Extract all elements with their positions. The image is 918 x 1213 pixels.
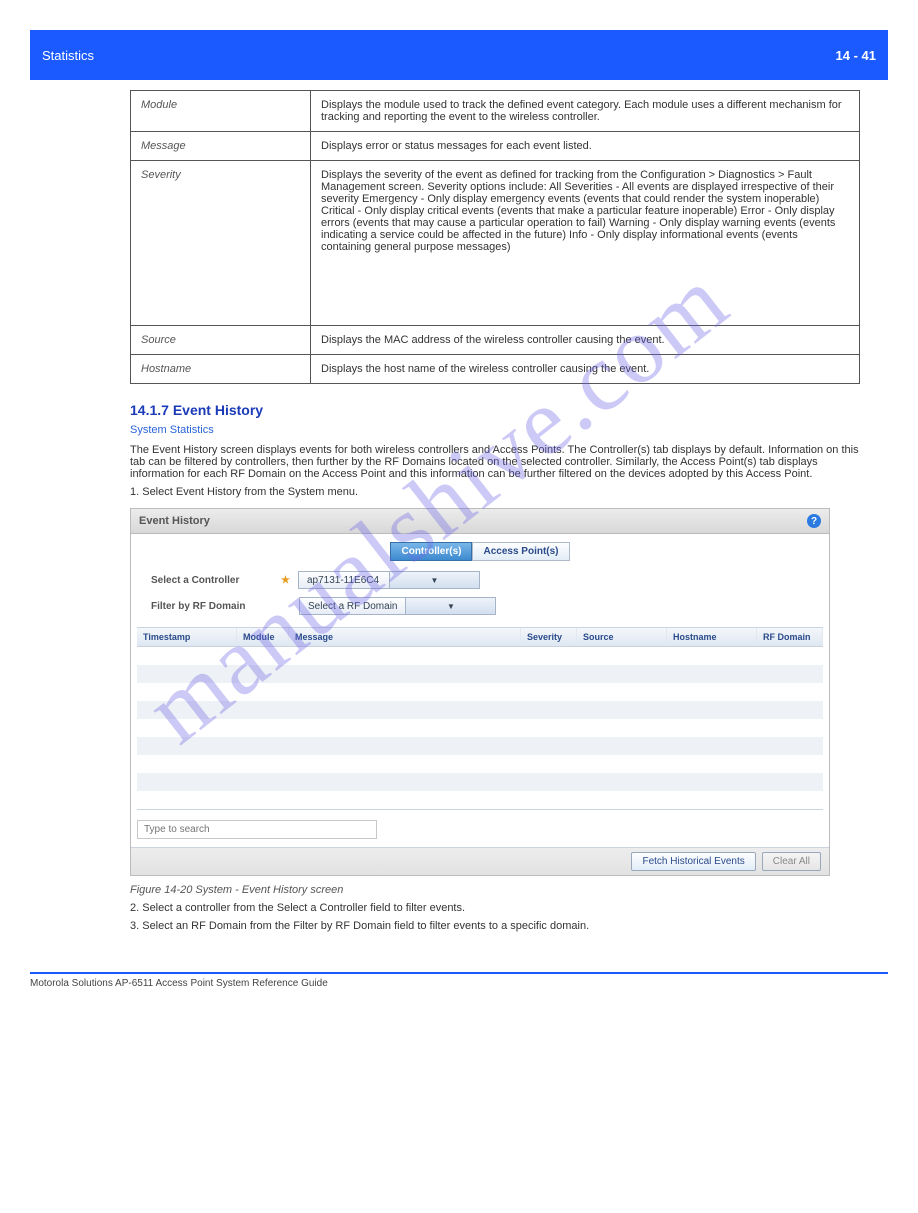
- search-input[interactable]: [137, 820, 377, 839]
- page-footer: Motorola Solutions AP-6511 Access Point …: [30, 972, 888, 989]
- post-fig-p2: 3. Select an RF Domain from the Filter b…: [130, 920, 860, 932]
- def-val: Displays the module used to track the de…: [311, 91, 860, 132]
- filter-rf-row: Filter by RF Domain Select a RF Domain ▼: [131, 593, 829, 619]
- section-heading: 14.1.7 Event History: [130, 402, 888, 418]
- body-paragraph: The Event History screen displays events…: [130, 444, 860, 480]
- required-star: ★: [281, 575, 290, 586]
- table-row: Source Displays the MAC address of the w…: [131, 326, 860, 355]
- chevron-down-icon: ▼: [405, 598, 495, 614]
- footer-left: Motorola Solutions AP-6511 Access Point …: [30, 978, 328, 989]
- help-icon[interactable]: ?: [807, 514, 821, 528]
- panel-footer: Fetch Historical Events Clear All: [131, 847, 829, 875]
- table-row: [137, 683, 823, 701]
- col-module[interactable]: Module: [237, 628, 289, 646]
- panel-body: Controller(s) Access Point(s) Select a C…: [131, 534, 829, 847]
- grid-body: [137, 647, 823, 809]
- controller-value: ap7131-11E6C4: [299, 575, 389, 586]
- table-row: Hostname Displays the host name of the w…: [131, 355, 860, 384]
- panel-titlebar: Event History ?: [131, 509, 829, 534]
- chevron-down-icon: ▼: [389, 572, 479, 588]
- table-row: [137, 755, 823, 773]
- table-row: [137, 647, 823, 665]
- table-row: Module Displays the module used to track…: [131, 91, 860, 132]
- table-row: Severity Displays the severity of the ev…: [131, 161, 860, 326]
- grid-header: Timestamp Module Message Severity Source…: [137, 628, 823, 647]
- select-controller-row: Select a Controller ★ ap7131-11E6C4 ▼: [131, 567, 829, 593]
- rf-domain-dropdown[interactable]: Select a RF Domain ▼: [299, 597, 496, 615]
- table-row: [137, 719, 823, 737]
- table-row: Message Displays error or status message…: [131, 132, 860, 161]
- def-val: Displays the severity of the event as de…: [311, 161, 860, 326]
- def-key: Source: [131, 326, 311, 355]
- header-right: 14 - 41: [836, 48, 876, 63]
- select-controller-label: Select a Controller: [151, 575, 281, 586]
- event-history-panel: Event History ? Controller(s) Access Poi…: [130, 508, 830, 876]
- fetch-button[interactable]: Fetch Historical Events: [631, 852, 755, 871]
- def-key: Message: [131, 132, 311, 161]
- step-text: 1. Select Event History from the System …: [130, 486, 860, 498]
- page-header: Statistics 14 - 41: [30, 30, 888, 80]
- def-key: Module: [131, 91, 311, 132]
- definition-table: Module Displays the module used to track…: [130, 90, 860, 384]
- def-key: Hostname: [131, 355, 311, 384]
- table-row: [137, 737, 823, 755]
- controller-dropdown[interactable]: ap7131-11E6C4 ▼: [298, 571, 480, 589]
- def-val: Displays the MAC address of the wireless…: [311, 326, 860, 355]
- panel-title: Event History: [139, 515, 210, 527]
- tab-controllers[interactable]: Controller(s): [390, 542, 472, 561]
- col-severity[interactable]: Severity: [521, 628, 577, 646]
- rf-value: Select a RF Domain: [300, 601, 405, 612]
- table-row: [137, 701, 823, 719]
- col-timestamp[interactable]: Timestamp: [137, 628, 237, 646]
- def-val: Displays the host name of the wireless c…: [311, 355, 860, 384]
- header-left: Statistics: [42, 48, 94, 63]
- search-row: [131, 816, 829, 843]
- figure-caption: Figure 14-20 System - Event History scre…: [130, 884, 888, 896]
- clear-button[interactable]: Clear All: [762, 852, 821, 871]
- table-row: [137, 791, 823, 809]
- event-grid: Timestamp Module Message Severity Source…: [137, 627, 823, 810]
- post-fig-p1: 2. Select a controller from the Select a…: [130, 902, 860, 914]
- section-crumb: System Statistics: [130, 424, 888, 436]
- tab-access-points[interactable]: Access Point(s): [472, 542, 569, 561]
- tab-row: Controller(s) Access Point(s): [131, 534, 829, 567]
- col-hostname[interactable]: Hostname: [667, 628, 757, 646]
- col-rfdomain[interactable]: RF Domain: [757, 628, 823, 646]
- def-key: Severity: [131, 161, 311, 326]
- filter-rf-label: Filter by RF Domain: [151, 601, 281, 612]
- def-val: Displays error or status messages for ea…: [311, 132, 860, 161]
- col-message[interactable]: Message: [289, 628, 521, 646]
- table-row: [137, 665, 823, 683]
- col-source[interactable]: Source: [577, 628, 667, 646]
- table-row: [137, 773, 823, 791]
